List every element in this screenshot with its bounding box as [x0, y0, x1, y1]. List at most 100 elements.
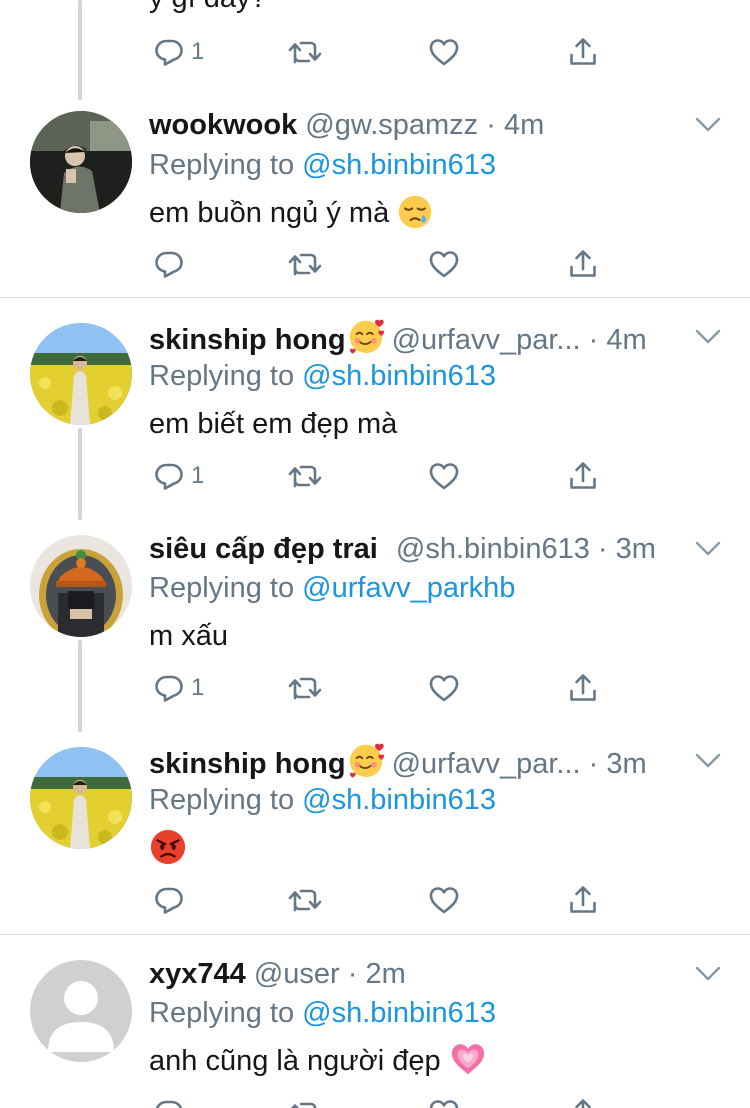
- heart-icon: [428, 672, 460, 704]
- thread-line: [78, 0, 82, 100]
- share-icon: [567, 460, 599, 492]
- replying-prefix: Replying to: [149, 149, 303, 181]
- avatar[interactable]: [30, 747, 132, 849]
- sleepy-face-icon: [397, 194, 433, 230]
- thread-line: [78, 428, 82, 520]
- smiling-face-with-hearts-icon: [348, 317, 386, 355]
- heart-icon: [428, 460, 460, 492]
- retweet-icon: [287, 672, 323, 704]
- avatar[interactable]: [30, 111, 132, 213]
- tweet[interactable]: siêu cấp đẹp trai @sh.binbin613 · 3m Rep…: [0, 510, 750, 732]
- reply-count: 1: [191, 462, 205, 489]
- tweet-actions: 1: [149, 456, 619, 496]
- like-button[interactable]: [428, 880, 460, 920]
- share-button[interactable]: [567, 456, 599, 496]
- share-button[interactable]: [567, 244, 599, 284]
- share-icon: [567, 248, 599, 280]
- like-button[interactable]: [428, 244, 460, 284]
- growing-heart-icon: [449, 1040, 487, 1078]
- retweet-icon: [287, 460, 323, 492]
- reply-icon: [153, 672, 185, 704]
- mention-link[interactable]: @sh.binbin613: [302, 784, 496, 816]
- reply-button[interactable]: 1: [153, 32, 204, 72]
- smiling-face-with-hearts-icon: [348, 741, 386, 779]
- chevron-down-icon[interactable]: [694, 116, 722, 134]
- reply-button[interactable]: 1: [153, 668, 204, 708]
- tweet-text: em biết em đẹp mà: [149, 408, 398, 440]
- share-button[interactable]: [567, 668, 599, 708]
- tweet-text: em buồn ngủ ý mà: [149, 192, 439, 234]
- tweet-header: skinship hong @urfavv_par... · 3m: [149, 741, 690, 781]
- tweet-header: siêu cấp đẹp trai @sh.binbin613 · 3m: [149, 529, 690, 569]
- like-button[interactable]: [428, 1093, 460, 1108]
- heart-icon: [428, 248, 460, 280]
- tweet-text-content: anh cũng là người đẹp: [149, 1045, 441, 1077]
- share-icon: [567, 672, 599, 704]
- handle-time: @user · 2m: [253, 958, 406, 990]
- mention-link[interactable]: @urfavv_parkhb: [302, 572, 515, 604]
- share-icon: [567, 1097, 599, 1108]
- retweet-button[interactable]: [287, 244, 323, 284]
- mention-link[interactable]: @sh.binbin613: [302, 149, 496, 181]
- reply-icon: [153, 460, 185, 492]
- chevron-down-icon[interactable]: [694, 540, 722, 558]
- display-name[interactable]: wookwook: [149, 109, 297, 141]
- handle-time: @urfavv_par... · 3m: [391, 748, 647, 780]
- replying-to: Replying to @sh.binbin613: [149, 993, 496, 1033]
- reply-button[interactable]: 1: [153, 456, 204, 496]
- tweet-header: xyx744 @user · 2m: [149, 954, 690, 994]
- avatar[interactable]: [30, 323, 132, 425]
- heart-icon: [428, 884, 460, 916]
- handle-time: @gw.spamzz · 4m: [305, 109, 545, 141]
- mention-link[interactable]: @sh.binbin613: [302, 997, 496, 1029]
- reply-button[interactable]: [153, 1093, 185, 1108]
- share-button[interactable]: [567, 32, 599, 72]
- like-button[interactable]: [428, 668, 460, 708]
- retweet-button[interactable]: [287, 668, 323, 708]
- share-button[interactable]: [567, 1093, 599, 1108]
- retweet-icon: [287, 248, 323, 280]
- chevron-down-icon[interactable]: [694, 328, 722, 346]
- retweet-button[interactable]: [287, 1093, 323, 1108]
- avatar[interactable]: [30, 535, 132, 637]
- replying-to: Replying to @sh.binbin613: [149, 780, 496, 820]
- thread-line: [78, 640, 82, 732]
- replying-to: Replying to @sh.binbin613: [149, 145, 496, 185]
- display-name[interactable]: skinship hong: [149, 748, 346, 780]
- display-name[interactable]: siêu cấp đẹp trai: [149, 533, 378, 565]
- tweet[interactable]: skinship hong @urfavv_par... · 3m Replyin…: [0, 722, 750, 934]
- tweet-text: m xấu: [149, 620, 228, 652]
- avatar[interactable]: [30, 960, 132, 1062]
- share-button[interactable]: [567, 880, 599, 920]
- retweet-button[interactable]: [287, 880, 323, 920]
- like-button[interactable]: [428, 456, 460, 496]
- tweet-text: [149, 828, 187, 866]
- replying-prefix: Replying to: [149, 997, 303, 1029]
- share-icon: [567, 36, 599, 68]
- tweet[interactable]: xyx744 @user · 2m Replying to @sh.binbin…: [0, 935, 750, 1108]
- retweet-icon: [287, 1097, 323, 1108]
- like-button[interactable]: [428, 32, 460, 72]
- heart-icon: [428, 1097, 460, 1108]
- display-name[interactable]: skinship hong: [149, 324, 346, 356]
- tweet-actions: 1: [149, 32, 619, 72]
- tweet[interactable]: wookwook @gw.spamzz · 4m Replying to @sh…: [0, 100, 750, 297]
- heart-icon: [428, 36, 460, 68]
- retweet-button[interactable]: [287, 456, 323, 496]
- handle-time: @urfavv_par... · 4m: [391, 324, 647, 356]
- mention-link[interactable]: @sh.binbin613: [302, 360, 496, 392]
- reply-button[interactable]: [153, 244, 185, 284]
- chevron-down-icon[interactable]: [694, 965, 722, 983]
- tweet[interactable]: skinship hong @urfavv_par... · 4m Replyin…: [0, 298, 750, 520]
- display-name[interactable]: xyx744: [149, 958, 246, 990]
- retweet-button[interactable]: [287, 32, 323, 72]
- replying-prefix: Replying to: [149, 360, 303, 392]
- tweet-partial-top[interactable]: ý gì đây? 1: [0, 0, 750, 100]
- chevron-down-icon[interactable]: [694, 752, 722, 770]
- reply-button[interactable]: [153, 880, 185, 920]
- angry-face-icon: [149, 828, 187, 866]
- reply-count: 1: [191, 674, 205, 701]
- share-icon: [567, 884, 599, 916]
- replying-to: Replying to @sh.binbin613: [149, 356, 496, 396]
- tweet-actions: [149, 1093, 619, 1108]
